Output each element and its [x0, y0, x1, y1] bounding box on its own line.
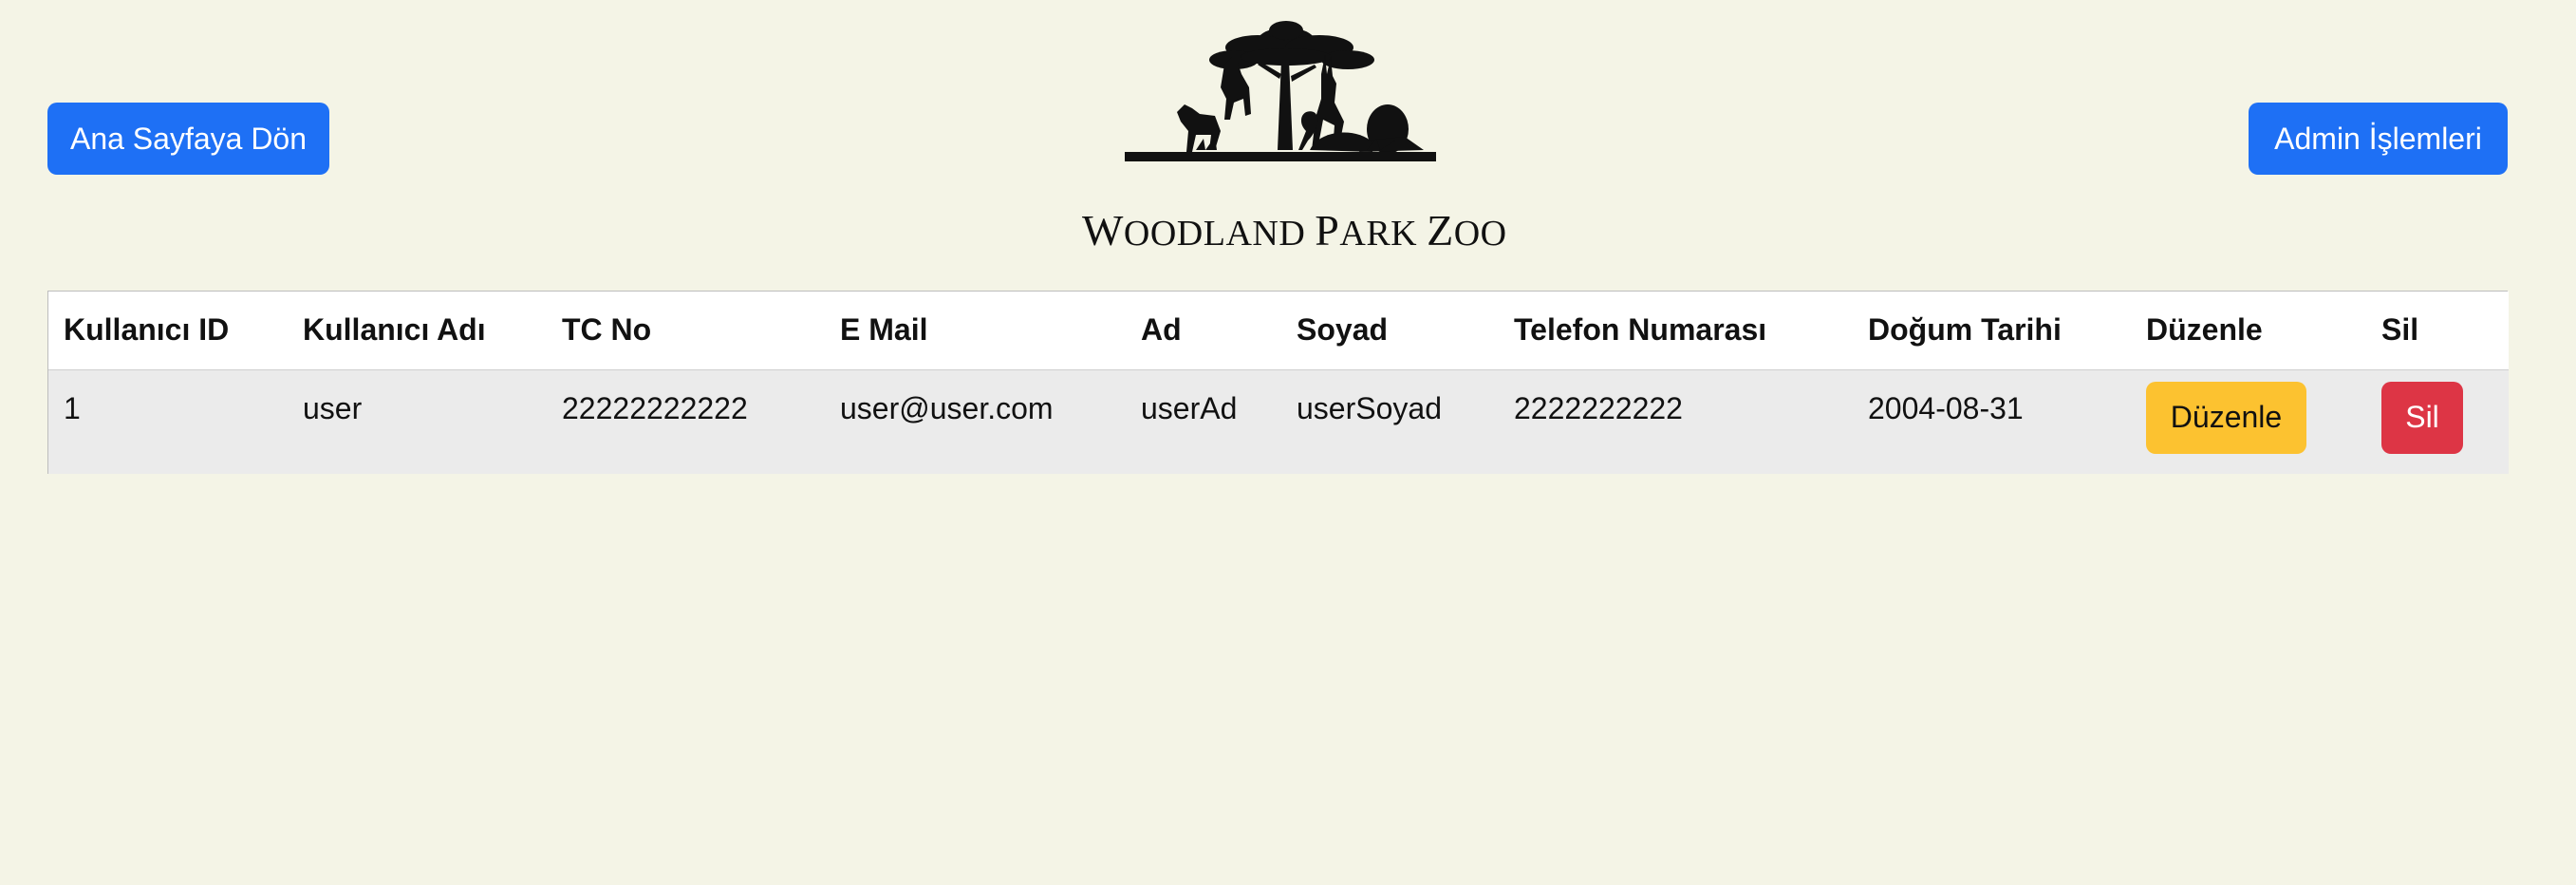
cell-username: user — [303, 390, 363, 425]
cell-phone: 2222222222 — [1514, 390, 1683, 425]
column-header-delete: Sil — [2366, 292, 2509, 370]
table-header-row: Kullanıcı ID Kullanıcı Adı TC No E Mail … — [48, 292, 2509, 370]
cell-delete: Sil — [2366, 369, 2509, 474]
edit-button[interactable]: Düzenle — [2146, 381, 2306, 454]
column-header-phone: Telefon Numarası — [1499, 292, 1853, 370]
column-header-email: E Mail — [825, 292, 1126, 370]
home-button[interactable]: Ana Sayfaya Dön — [47, 103, 329, 175]
column-header-tc-no: TC No — [547, 292, 825, 370]
cell-email: user@user.com — [840, 390, 1054, 425]
cell-edit: Düzenle — [2131, 369, 2366, 474]
admin-operations-button[interactable]: Admin İşlemleri — [2249, 103, 2508, 175]
cell-birth-date: 2004-08-31 — [1868, 390, 2024, 425]
column-header-first-name: Ad — [1126, 292, 1281, 370]
column-header-user-id: Kullanıcı ID — [48, 292, 288, 370]
page: Ana Sayfaya Dön WOODLAND PARK ZOO Admin … — [0, 0, 2576, 885]
table-row: 1 user 22222222222 user@user.com userAd … — [48, 369, 2509, 474]
column-header-username: Kullanıcı Adı — [288, 292, 547, 370]
delete-button[interactable]: Sil — [2381, 381, 2463, 454]
column-header-last-name: Soyad — [1281, 292, 1499, 370]
column-header-edit: Düzenle — [2131, 292, 2366, 370]
column-header-birth-date: Doğum Tarihi — [1853, 292, 2131, 370]
cell-tc-no: 22222222222 — [562, 390, 748, 425]
cell-last-name: userSoyad — [1297, 390, 1442, 425]
users-table: Kullanıcı ID Kullanıcı Adı TC No E Mail … — [47, 291, 2509, 474]
zoo-logo-illustration — [1125, 21, 1436, 161]
cell-user-id: 1 — [64, 390, 81, 425]
zoo-logo: WOODLAND PARK ZOO — [1082, 8, 1506, 254]
zoo-logo-text: WOODLAND PARK ZOO — [1082, 206, 1507, 254]
users-table-grid: Kullanıcı ID Kullanıcı Adı TC No E Mail … — [48, 292, 2509, 474]
cell-first-name: userAd — [1141, 390, 1238, 425]
